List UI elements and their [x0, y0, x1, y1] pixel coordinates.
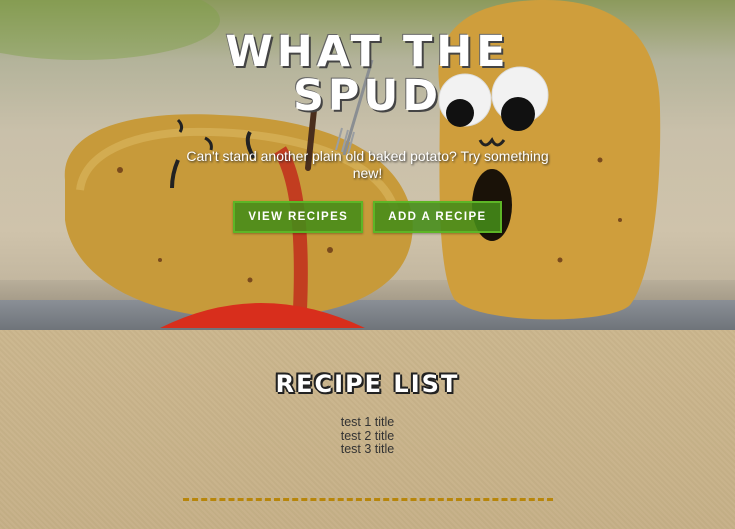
recipe-list: test 1 title test 2 title test 3 title	[0, 415, 735, 457]
recipe-list-item[interactable]: test 2 title	[0, 429, 735, 444]
hero-tagline: Can't stand another plain old baked pota…	[186, 148, 549, 181]
view-recipes-button[interactable]: View Recipes	[233, 201, 364, 233]
recipe-list-item[interactable]: test 1 title	[0, 415, 735, 430]
hero-banner: What The Spud Can't stand another plain …	[0, 0, 735, 330]
recipe-list-heading: Recipe List	[275, 370, 460, 398]
recipe-list-item[interactable]: test 3 title	[0, 442, 735, 457]
add-recipe-button[interactable]: Add a Recipe	[373, 201, 502, 233]
section-divider	[183, 498, 553, 501]
hero-button-group: View Recipes Add a Recipe	[160, 201, 575, 233]
site-title: What The Spud	[225, 27, 510, 121]
hero-content: What The Spud Can't stand another plain …	[160, 30, 575, 233]
